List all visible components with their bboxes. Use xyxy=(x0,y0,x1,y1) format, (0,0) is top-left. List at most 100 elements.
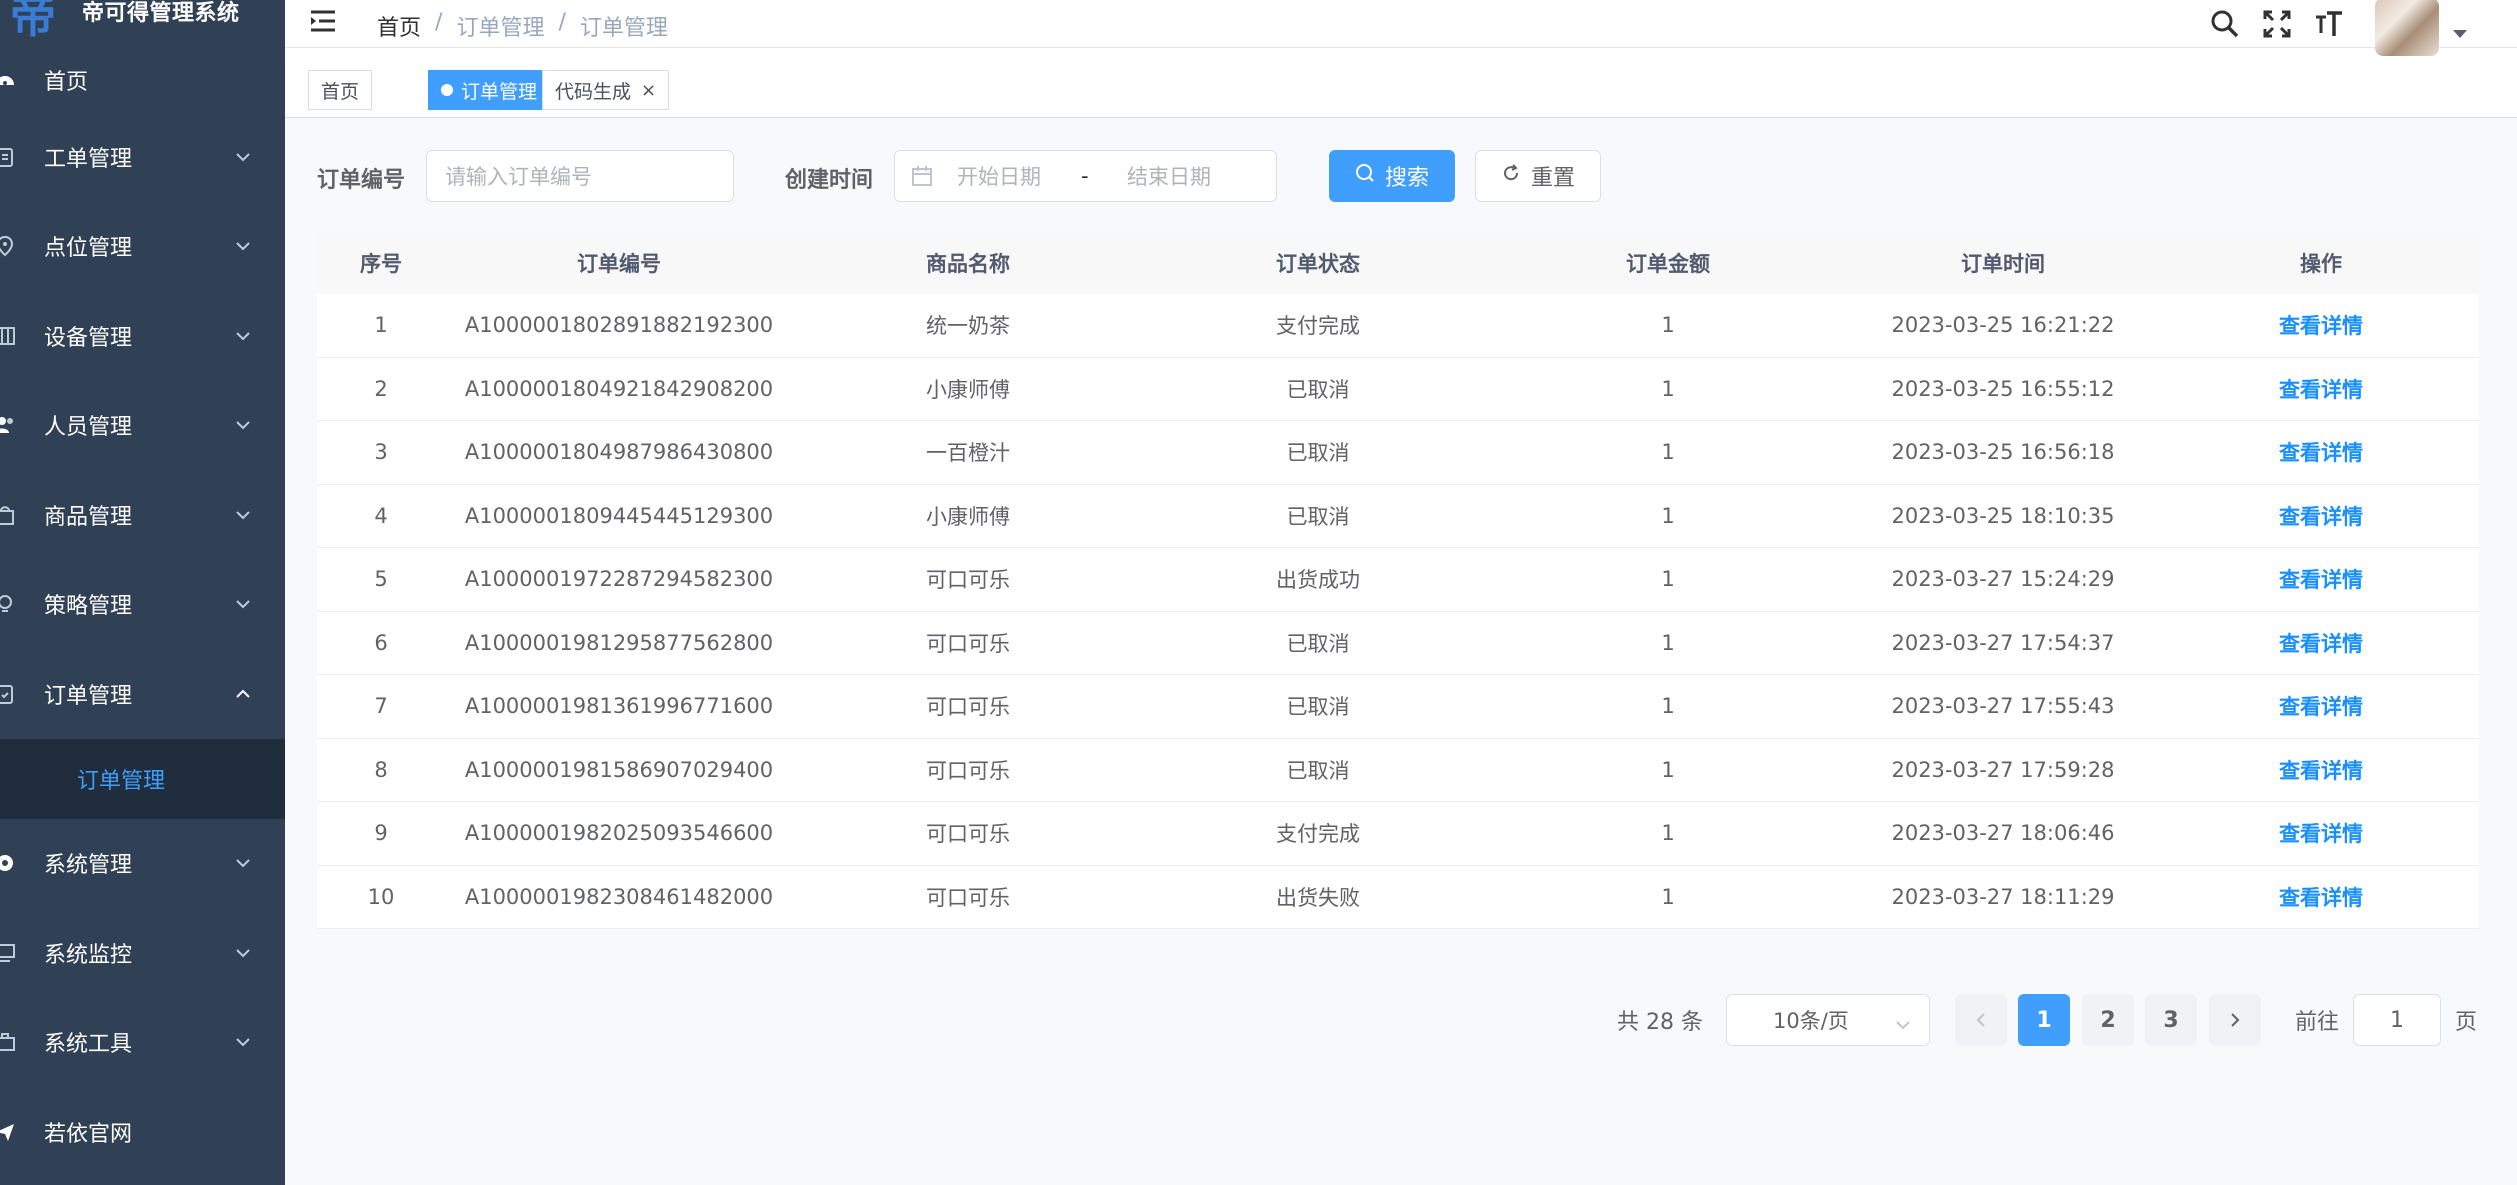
sidebar-item-tools[interactable]: 系统工具 xyxy=(0,998,285,1088)
chevron-up-icon xyxy=(233,684,253,704)
created-time-label: 创建时间 xyxy=(785,168,874,193)
page-button-3[interactable]: 3 xyxy=(2145,994,2197,1046)
cell-order-no: A1000001804921842908200 xyxy=(464,376,774,401)
close-icon[interactable]: × xyxy=(641,80,656,101)
page-unit-label: 页 xyxy=(2455,1010,2478,1035)
cell-product: 小康师傅 xyxy=(926,504,1010,529)
view-detail-link[interactable]: 查看详情 xyxy=(2163,374,2479,404)
chevron-right-icon xyxy=(2231,1013,2240,1027)
chevron-down-icon xyxy=(233,236,253,256)
table-row: 9 A1000001982025093546600 可口可乐 支付完成 1 2023-03… xyxy=(317,802,2479,866)
sidebar-item-strategy[interactable]: 策略管理 xyxy=(0,560,285,650)
cell-status: 支付完成 xyxy=(1276,822,1360,847)
view-detail-link[interactable]: 查看详情 xyxy=(2163,564,2479,594)
cell-order-no: A1000001981295877562800 xyxy=(464,630,774,655)
table-row: 6 A1000001981295877562800 可口可乐 已取消 1 2023-03-… xyxy=(317,611,2479,675)
tag-home[interactable]: 首页 xyxy=(308,70,373,110)
view-detail-link[interactable]: 查看详情 xyxy=(2163,882,2479,912)
sidebar-item-people[interactable]: 人员管理 xyxy=(0,381,285,471)
table-row: 2 A1000001804921842908200 小康师傅 已取消 1 2023-03-… xyxy=(317,357,2479,421)
order-no-placeholder: 请输入订单编号 xyxy=(445,165,592,189)
cell-time: 2023-03-27 18:06:46 xyxy=(1891,821,2115,846)
fullscreen-icon[interactable] xyxy=(2259,6,2295,42)
sidebar-item-goods[interactable]: 商品管理 xyxy=(0,470,285,560)
app-title: 帝可得管理系统 xyxy=(82,1,240,26)
pagination-total: 共 28 条 xyxy=(1617,1010,1703,1035)
search-button[interactable]: 搜索 xyxy=(1329,150,1455,202)
view-detail-link[interactable]: 查看详情 xyxy=(2163,437,2479,467)
cell-amount: 1 xyxy=(1661,757,1675,782)
table-body: 1 A1000001802891882192300 统一奶茶 支付完成 1 2023-03… xyxy=(317,294,2479,929)
cell-product: 可口可乐 xyxy=(926,568,1010,593)
cell-status: 已取消 xyxy=(1286,695,1350,720)
tag-label: 首页 xyxy=(321,80,360,103)
avatar[interactable] xyxy=(2375,0,2439,56)
search-icon[interactable] xyxy=(2207,6,2243,42)
prev-page-button[interactable] xyxy=(1955,994,2007,1046)
sidebar-item-location[interactable]: 点位管理 xyxy=(0,202,285,292)
send-icon xyxy=(0,1121,16,1143)
sidebar-item-system[interactable]: 系统管理 xyxy=(0,819,285,909)
caret-down-icon[interactable] xyxy=(2453,30,2467,38)
order-icon xyxy=(0,683,16,705)
cell-amount: 1 xyxy=(1661,376,1675,401)
next-page-button[interactable] xyxy=(2209,994,2261,1046)
page-size-value: 10条/页 xyxy=(1773,1009,1849,1033)
col-header-time: 订单时间 xyxy=(1961,252,2045,276)
page-button-2[interactable]: 2 xyxy=(2082,994,2134,1046)
breadcrumb-home[interactable]: 首页 xyxy=(377,10,421,42)
sidebar-item-label: 设备管理 xyxy=(44,325,133,351)
view-detail-link[interactable]: 查看详情 xyxy=(2163,310,2479,340)
bulb-icon xyxy=(0,593,16,615)
page-size-select[interactable]: 10条/页 xyxy=(1726,994,1930,1046)
reset-button[interactable]: 重置 xyxy=(1475,150,1601,202)
order-no-label: 订单编号 xyxy=(317,168,406,193)
view-detail-link[interactable]: 查看详情 xyxy=(2163,691,2479,721)
sidebar-item-order[interactable]: 订单管理 xyxy=(0,649,285,739)
cell-order-no: A1000001981361996771600 xyxy=(464,694,774,719)
cell-time: 2023-03-27 18:11:29 xyxy=(1891,884,2115,909)
col-header-product: 商品名称 xyxy=(926,252,1010,276)
col-header-status: 订单状态 xyxy=(1276,252,1360,276)
cell-status: 已取消 xyxy=(1286,377,1350,402)
page-button-1[interactable]: 1 xyxy=(2018,994,2070,1046)
sidebar-item-label: 策略管理 xyxy=(44,594,133,620)
shopping-bag-icon xyxy=(0,504,16,526)
sidebar-item-home[interactable]: 首页 xyxy=(0,48,285,112)
order-no-input[interactable]: 请输入订单编号 xyxy=(426,150,734,202)
cell-amount: 1 xyxy=(1661,884,1675,909)
cell-index: 9 xyxy=(374,821,388,846)
sidebar-item-monitor[interactable]: 系统监控 xyxy=(0,908,285,998)
sidebar-item-label: 人员管理 xyxy=(44,415,133,441)
view-detail-link[interactable]: 查看详情 xyxy=(2163,755,2479,785)
sidebar-item-label: 订单管理 xyxy=(44,683,133,709)
cell-order-no: A1000001972287294582300 xyxy=(464,567,774,592)
cell-status: 出货成功 xyxy=(1276,568,1360,593)
cell-status: 支付完成 xyxy=(1276,314,1360,339)
cell-product: 统一奶茶 xyxy=(926,314,1010,339)
monitor-icon xyxy=(0,942,16,964)
view-detail-link[interactable]: 查看详情 xyxy=(2163,501,2479,531)
goto-page-input[interactable]: 1 xyxy=(2353,994,2441,1046)
cell-amount: 1 xyxy=(1661,313,1675,338)
chevron-down-icon xyxy=(233,147,253,167)
cell-amount: 1 xyxy=(1661,440,1675,465)
goto-label: 前往 xyxy=(2295,1010,2340,1035)
view-detail-link[interactable]: 查看详情 xyxy=(2163,628,2479,658)
start-date-placeholder[interactable]: 开始日期 xyxy=(957,161,1041,191)
cell-time: 2023-03-25 16:56:18 xyxy=(1891,440,2115,465)
tag-code-gen[interactable]: 代码生成 × xyxy=(542,70,670,110)
svg-text:帝: 帝 xyxy=(10,0,56,42)
sidebar-item-website[interactable]: 若依官网 xyxy=(0,1087,285,1177)
date-range-picker[interactable]: 开始日期 - 结束日期 xyxy=(894,150,1277,202)
end-date-placeholder[interactable]: 结束日期 xyxy=(1127,161,1211,191)
view-detail-link[interactable]: 查看详情 xyxy=(2163,818,2479,848)
hamburger-menu-icon[interactable] xyxy=(311,10,337,34)
sidebar-subitem-order-management[interactable]: 订单管理 xyxy=(0,738,285,819)
sidebar-item-device[interactable]: 设备管理 xyxy=(0,291,285,381)
font-size-icon[interactable] xyxy=(2311,6,2347,42)
cell-product: 可口可乐 xyxy=(926,695,1010,720)
header-right-menu xyxy=(2207,0,2517,56)
sidebar-item-workorder[interactable]: 工单管理 xyxy=(0,112,285,202)
chevron-down-icon xyxy=(1895,1011,1911,1035)
